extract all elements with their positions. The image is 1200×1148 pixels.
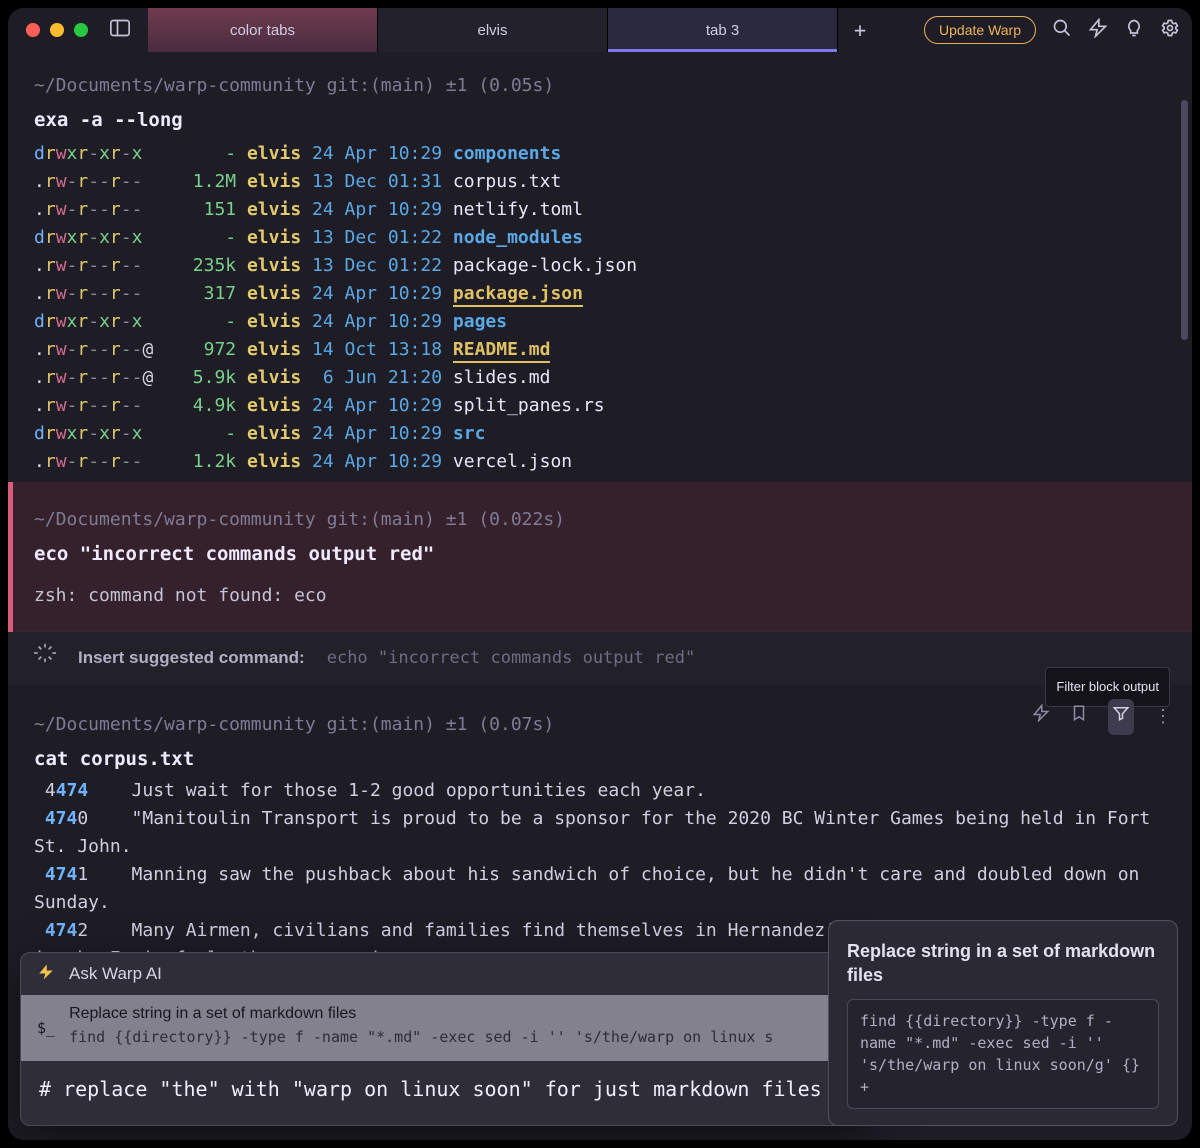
command-palette: Ask Warp AI $_ Replace string in a set o…	[20, 952, 874, 1126]
tabbar: color tabs elvis tab 3 +	[148, 8, 924, 52]
corpus-line: 4740 "Manitoulin Transport is proud to b…	[34, 805, 1166, 861]
prompt: ~/Documents/warp-community git:(main) ±1…	[34, 506, 1166, 534]
prompt: ~/Documents/warp-community git:(main) ±1…	[34, 711, 1166, 739]
close-window-button[interactable]	[26, 23, 40, 37]
ls-row: .rw-r--r-- 1.2M elvis 13 Dec 01:31 corpu…	[34, 168, 1166, 196]
panel-toggle-icon[interactable]	[110, 18, 130, 42]
workflow-detail-card: Replace string in a set of markdown file…	[828, 920, 1178, 1126]
ls-row: .rw-r--r-- 4.9k elvis 24 Apr 10:29 split…	[34, 392, 1166, 420]
ls-output: drwxr-xr-x - elvis 24 Apr 10:29 componen…	[34, 140, 1166, 476]
palette-item-selected[interactable]: $_ Replace string in a set of markdown f…	[21, 995, 873, 1061]
tab-label: color tabs	[230, 22, 295, 39]
terminal-body: ~/Documents/warp-community git:(main) ±1…	[8, 52, 1192, 1140]
palette-item-title: Replace string in a set of markdown file…	[69, 1005, 773, 1023]
bookmark-icon[interactable]	[1070, 703, 1088, 731]
titlebar: color tabs elvis tab 3 + Update Warp	[8, 8, 1192, 52]
ls-row: drwxr-xr-x - elvis 13 Dec 01:22 node_mod…	[34, 224, 1166, 252]
ls-row: .rw-r--r-- 235k elvis 13 Dec 01:22 packa…	[34, 252, 1166, 280]
corpus-line: 4741 Manning saw the pushback about his …	[34, 861, 1166, 917]
command-block-exa: ~/Documents/warp-community git:(main) ±1…	[8, 52, 1192, 482]
ls-row: drwxr-xr-x - elvis 24 Apr 10:29 componen…	[34, 140, 1166, 168]
ls-row: .rw-r--r--@ 972 elvis 14 Oct 13:18 READM…	[34, 336, 1166, 364]
ls-row: .rw-r--r--@ 5.9k elvis 6 Jun 21:20 slide…	[34, 364, 1166, 392]
app-window: color tabs elvis tab 3 + Update Warp ~/D…	[8, 8, 1192, 1140]
palette-input-text: # replace "the" with "warp on linux soon…	[39, 1077, 822, 1101]
bolt-icon[interactable]	[1088, 18, 1108, 42]
prompt: ~/Documents/warp-community git:(main) ±1…	[34, 72, 1166, 100]
gear-icon[interactable]	[1160, 18, 1180, 42]
filter-button[interactable]	[1108, 699, 1134, 735]
window-controls	[26, 23, 88, 37]
suggestion-label: Insert suggested command:	[78, 644, 305, 672]
suggested-command: echo "incorrect commands output red"	[327, 644, 695, 672]
ls-row: .rw-r--r-- 317 elvis 24 Apr 10:29 packag…	[34, 280, 1166, 308]
titlebar-actions: Update Warp	[924, 16, 1180, 44]
command-line: exa -a --long	[34, 106, 1166, 134]
command-line: eco "incorrect commands output red"	[34, 540, 1166, 568]
suggestion-bar[interactable]: Insert suggested command: echo "incorrec…	[8, 630, 1192, 685]
tab-0[interactable]: color tabs	[148, 8, 378, 52]
detail-title: Replace string in a set of markdown file…	[847, 939, 1159, 987]
palette-item-command: find {{directory}} -type f -name "*.md" …	[69, 1023, 773, 1051]
detail-code: find {{directory}} -type f -name "*.md" …	[847, 999, 1159, 1109]
bolt-icon[interactable]	[1032, 703, 1050, 731]
ls-row: .rw-r--r-- 151 elvis 24 Apr 10:29 netlif…	[34, 196, 1166, 224]
fullscreen-window-button[interactable]	[74, 23, 88, 37]
bulb-icon[interactable]	[1124, 18, 1144, 42]
command-line: cat corpus.txt	[34, 745, 1166, 773]
ask-ai-label: Ask Warp AI	[69, 964, 162, 984]
corpus-line: 4474 Just wait for those 1-2 good opport…	[34, 777, 1166, 805]
ls-row: drwxr-xr-x - elvis 24 Apr 10:29 src	[34, 420, 1166, 448]
palette-input[interactable]: # replace "the" with "warp on linux soon…	[21, 1061, 873, 1119]
ls-row: drwxr-xr-x - elvis 24 Apr 10:29 pages	[34, 308, 1166, 336]
prompt-icon: $_	[37, 1014, 55, 1042]
bolt-icon	[37, 963, 55, 985]
update-warp-button[interactable]: Update Warp	[924, 16, 1036, 44]
more-icon[interactable]: ⋮	[1154, 703, 1174, 731]
minimize-window-button[interactable]	[50, 23, 64, 37]
tab-label: elvis	[477, 22, 507, 39]
block-toolbar: ⋮	[1032, 699, 1174, 735]
error-stripe	[8, 482, 13, 632]
tab-2[interactable]: tab 3	[608, 8, 838, 52]
tab-label: tab 3	[706, 22, 739, 39]
new-tab-button[interactable]: +	[838, 8, 882, 52]
error-output: zsh: command not found: eco	[34, 582, 1166, 610]
search-icon[interactable]	[1052, 18, 1072, 42]
ls-row: .rw-r--r-- 1.2k elvis 24 Apr 10:29 verce…	[34, 448, 1166, 476]
palette-ai-row[interactable]: Ask Warp AI	[21, 953, 873, 995]
tab-1[interactable]: elvis	[378, 8, 608, 52]
command-block-error: ~/Documents/warp-community git:(main) ±1…	[8, 482, 1192, 632]
sparkle-icon	[34, 642, 56, 673]
